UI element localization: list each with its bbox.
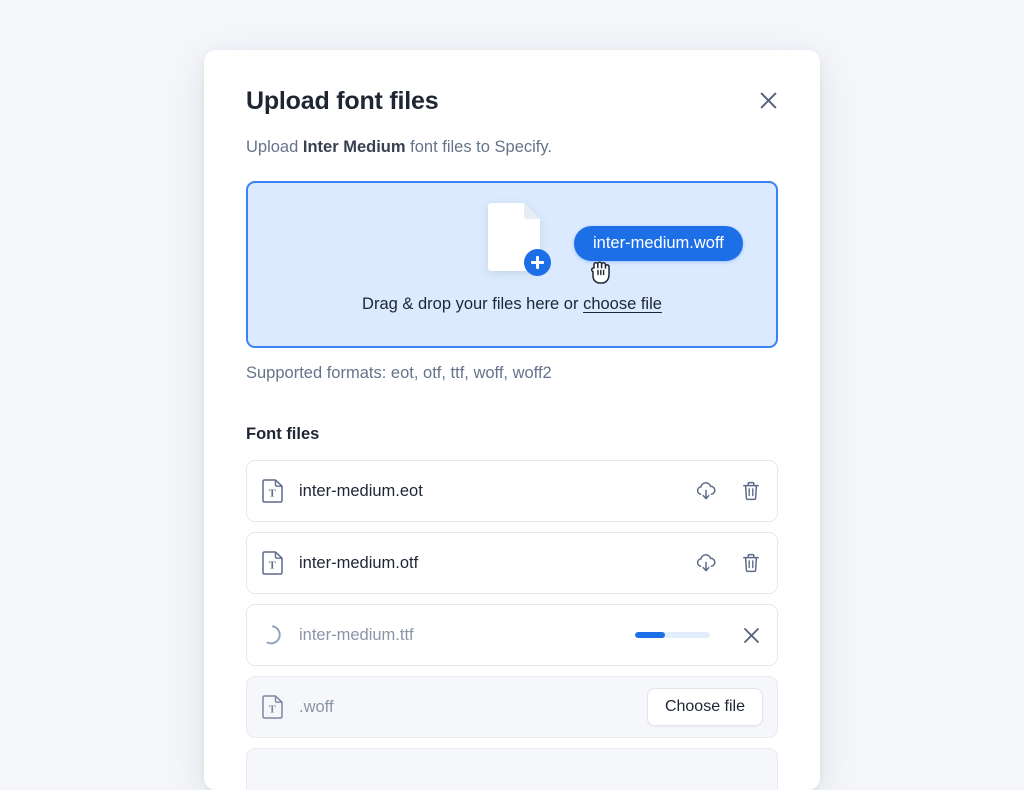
- subtitle-suffix: font files to Specify.: [405, 138, 552, 156]
- subtitle-font-name: Inter Medium: [302, 138, 406, 156]
- file-dropzone[interactable]: inter-medium.woff Drag & drop your files…: [246, 181, 778, 349]
- table-row[interactable]: T .woff Choose file: [246, 676, 778, 739]
- download-button[interactable]: [694, 551, 718, 575]
- upload-font-files-modal: Upload font files Upload Inter Medium fo…: [204, 50, 820, 790]
- choose-file-link[interactable]: choose file: [583, 295, 662, 313]
- dropzone-caption-text: Drag & drop your files here or: [362, 295, 584, 314]
- supported-formats-text: Supported formats: eot, otf, ttf, woff, …: [246, 364, 552, 383]
- modal-subtitle: Upload Inter Medium font files to Specif…: [246, 136, 778, 158]
- page-title: Upload font files: [246, 87, 439, 115]
- font-files-list: T inter-medium.eot T inter-medium.otf in…: [246, 460, 778, 790]
- dropzone-graphic: inter-medium.woff: [248, 197, 776, 285]
- close-button[interactable]: [754, 86, 782, 114]
- upload-progress-fill: [635, 632, 665, 639]
- svg-text:T: T: [269, 561, 276, 572]
- font-file-icon: T: [262, 695, 283, 720]
- dragging-file-label: inter-medium.woff: [593, 234, 724, 253]
- file-extension-placeholder: .woff: [299, 697, 334, 716]
- cancel-icon: [743, 627, 759, 643]
- dropzone-caption: Drag & drop your files here or choose fi…: [248, 295, 776, 314]
- cancel-upload-button[interactable]: [739, 623, 763, 647]
- font-files-section-title: Font files: [246, 425, 320, 444]
- table-row[interactable]: T inter-medium.otf: [246, 532, 778, 595]
- table-row[interactable]: inter-medium.ttf: [246, 604, 778, 667]
- svg-text:T: T: [269, 705, 276, 716]
- dragging-file-pill[interactable]: inter-medium.woff: [574, 226, 743, 262]
- table-row[interactable]: [246, 748, 778, 790]
- font-file-icon: T: [262, 479, 283, 504]
- file-name: inter-medium.eot: [299, 481, 423, 500]
- table-row[interactable]: T inter-medium.eot: [246, 460, 778, 523]
- delete-button[interactable]: [739, 479, 763, 503]
- font-file-icon: T: [262, 551, 283, 576]
- delete-button[interactable]: [739, 551, 763, 575]
- row-actions: [694, 551, 763, 575]
- close-icon: [760, 92, 776, 108]
- add-file-plus-icon: [524, 249, 551, 277]
- file-name: inter-medium.otf: [299, 553, 419, 572]
- svg-text:T: T: [269, 489, 276, 500]
- row-actions: [694, 479, 763, 503]
- file-name: inter-medium.ttf: [299, 625, 414, 644]
- loading-spinner-icon: [266, 625, 281, 645]
- download-cloud-icon: [696, 554, 716, 572]
- download-button[interactable]: [694, 479, 718, 503]
- grabbing-hand-cursor-icon: [590, 261, 610, 285]
- download-cloud-icon: [696, 482, 716, 500]
- trash-icon: [743, 554, 759, 573]
- upload-progress-bar: [635, 632, 710, 639]
- choose-file-button[interactable]: Choose file: [646, 688, 763, 727]
- subtitle-prefix: Upload: [246, 138, 303, 156]
- row-actions: [635, 623, 763, 647]
- trash-icon: [743, 482, 759, 501]
